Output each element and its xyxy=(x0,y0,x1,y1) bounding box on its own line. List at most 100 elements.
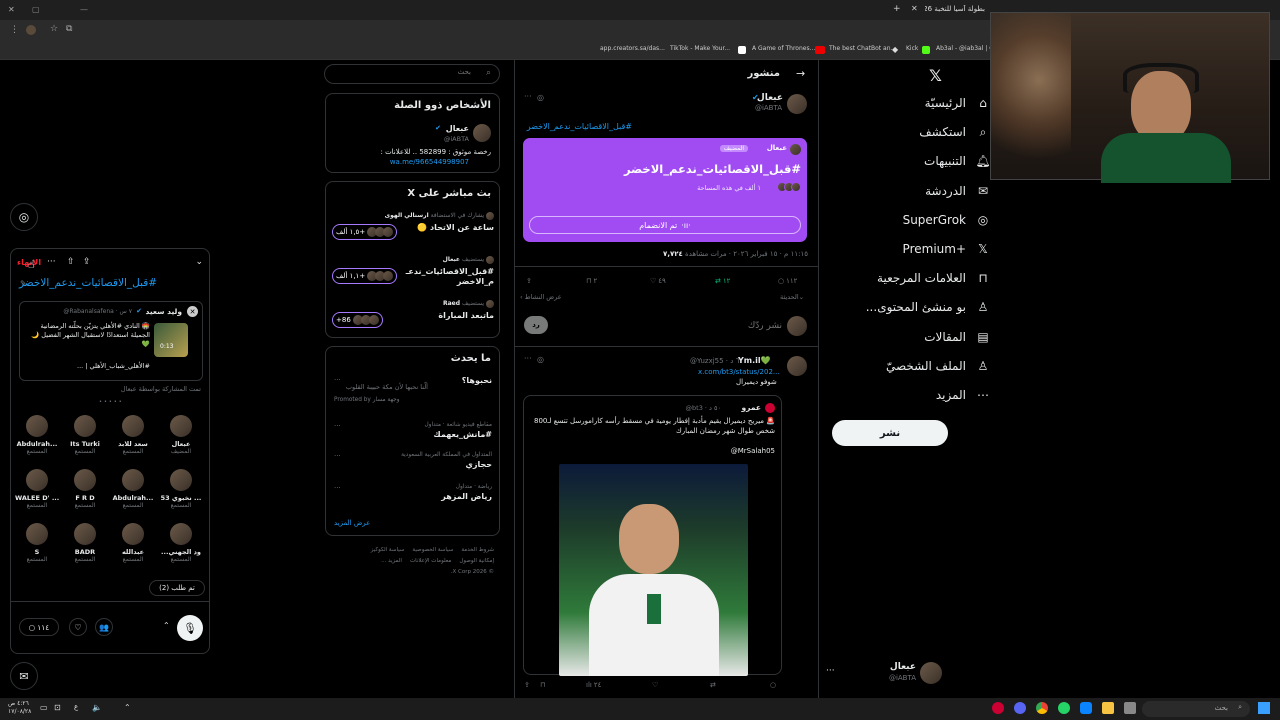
microphone-button[interactable]: 🎙 xyxy=(177,615,203,641)
space-participant[interactable]: ...ود الجهني المستمع xyxy=(159,523,203,563)
grok-float-button[interactable]: ◎ xyxy=(10,203,38,231)
space-participant[interactable]: Abdulrah... المستمع xyxy=(15,415,59,455)
player-photo[interactable] xyxy=(559,464,748,676)
sort-dropdown[interactable]: الحديثة⌄ xyxy=(780,293,804,301)
show-more-link[interactable]: عرض المزيد xyxy=(334,519,370,527)
space-participant[interactable]: Its Turki المستمع xyxy=(63,415,107,455)
space-participant[interactable]: عبدالله المستمع xyxy=(111,523,155,563)
quote-card[interactable]: عمرو @bt3 · ٥٠ د 🚨 ميريح ديميرال يقيم مأ… xyxy=(523,395,782,676)
heart-react-button[interactable]: ♡ xyxy=(69,618,87,636)
nav-item-article[interactable]: ▤ المقالات xyxy=(924,324,990,350)
space-participant[interactable]: 53 نخبوي ... المستمع xyxy=(159,469,203,509)
bookmark-item[interactable]: Kick xyxy=(906,45,918,52)
joined-button[interactable]: تم الانضمام ·ıı· xyxy=(529,216,801,234)
reply-action[interactable]: ○ ١١٢ xyxy=(778,277,797,285)
like-action[interactable]: ♡ ٤٩ xyxy=(650,277,666,285)
collapse-icon[interactable]: ⌄ xyxy=(195,257,203,267)
star-icon[interactable]: ☆ xyxy=(50,24,58,34)
more-icon[interactable]: ··· xyxy=(334,376,341,384)
avatar[interactable] xyxy=(787,94,807,114)
more-icon[interactable]: ··· xyxy=(334,422,341,430)
back-arrow-icon[interactable]: → xyxy=(796,67,805,80)
live-listeners-pill[interactable]: ١,٥ ألف+ xyxy=(332,224,398,240)
close-icon[interactable]: ✕ xyxy=(187,306,198,317)
post-button[interactable]: نشر xyxy=(832,420,948,446)
more-icon[interactable]: ··· xyxy=(334,484,341,492)
share-action[interactable]: ⇪ xyxy=(524,681,530,689)
account-switcher[interactable]: عبعال @iABTA ··· xyxy=(822,660,950,688)
grok-icon[interactable]: ◎ xyxy=(537,93,544,102)
app-icon[interactable] xyxy=(992,702,1004,714)
more-icon[interactable]: ··· xyxy=(334,452,341,460)
active-tab-title[interactable]: بطولة آسيا للنخبة 25/26 ... xyxy=(925,5,985,13)
bookmark-item[interactable]: app.creators.sa/das... xyxy=(600,45,665,52)
repost-action[interactable]: ⇄ xyxy=(710,681,716,689)
bookmark-item[interactable]: TikTok - Make Your... xyxy=(670,45,730,52)
tray-chevron-icon[interactable]: ⌃ xyxy=(124,703,131,712)
network-icon[interactable]: ⊡ xyxy=(54,703,61,712)
share-icon[interactable]: ⇪ xyxy=(83,257,91,267)
new-tab-icon[interactable]: — xyxy=(80,5,88,14)
whatsapp-icon[interactable] xyxy=(1058,702,1070,714)
avatar[interactable] xyxy=(787,356,807,376)
footer-link[interactable]: شروط الخدمة xyxy=(461,545,494,556)
bookmark-item[interactable]: The best ChatBot an... xyxy=(829,45,896,52)
footer-link[interactable]: المزيد ... xyxy=(381,556,402,567)
nav-item-bookmark[interactable]: ⊓ العلامات المرجعية xyxy=(877,265,990,291)
bookmark-action[interactable]: ⊓ ٢ xyxy=(586,277,597,285)
live-space-item[interactable]: يشارك في الاستضافة ارسنالي الهوى ساعة عن… xyxy=(330,210,496,250)
footer-link[interactable]: إمكانية الوصول xyxy=(459,556,494,567)
taskbar-search[interactable]: ⌕ بحث xyxy=(1142,701,1250,717)
space-participant[interactable]: Abdulrah... المستمع xyxy=(111,469,155,509)
trend-item[interactable]: ··· نحبوها؟ ألّنا نحبها لأن مكة حبيبة القل… xyxy=(334,376,492,416)
footer-link[interactable]: سياسة الكوكيز xyxy=(371,545,405,556)
nav-item-home[interactable]: ⌂ الرئيسيّة xyxy=(925,90,990,116)
footer-link[interactable]: سياسة الخصوصية xyxy=(412,545,453,556)
space-participant[interactable]: S المستمع xyxy=(15,523,59,563)
more-icon[interactable]: ··· xyxy=(47,257,56,267)
x-logo-icon[interactable]: 𝕏 xyxy=(929,66,942,85)
bookmark-item[interactable]: A Game of Thrones... xyxy=(752,45,815,52)
notification-icon[interactable]: ▭ xyxy=(40,703,48,712)
extensions-icon[interactable]: ⧉ xyxy=(66,24,72,34)
post-author[interactable]: عبعال xyxy=(755,93,783,103)
bookmark-action[interactable]: ⊓ xyxy=(540,681,545,689)
close-window-icon[interactable]: ✕ xyxy=(8,5,15,14)
search-input[interactable] xyxy=(331,68,471,76)
add-tab-button[interactable]: + xyxy=(893,4,901,14)
close-tab-icon[interactable]: ✕ xyxy=(911,4,918,13)
reply-count-button[interactable]: ○ ١١٤ xyxy=(19,618,59,636)
nav-item-profile[interactable]: ♙ الملف الشخصيّ xyxy=(886,353,990,379)
nav-item-more[interactable]: ⋯ المزيد xyxy=(936,382,990,408)
discord-icon[interactable] xyxy=(1014,702,1026,714)
footer-link[interactable]: معلومات الإعلانات xyxy=(410,556,451,567)
more-icon[interactable]: ··· xyxy=(524,92,532,101)
reply-author[interactable]: Ym.il💚 xyxy=(738,356,771,365)
profile-avatar[interactable] xyxy=(26,25,36,35)
upload-icon[interactable]: ⇧ xyxy=(67,257,75,267)
grok-icon[interactable]: ◎ xyxy=(537,355,544,364)
pinned-post[interactable]: ✕ وليد سعيد ✔ @Rabanalsafena · ٧ س 0:13 … xyxy=(19,301,203,381)
view-activity-link[interactable]: عرض النشاط › xyxy=(520,293,562,301)
live-space-item[interactable]: يستضيف عبعال #قبل_الاقصائيات_ندعـ م_الاخ… xyxy=(330,254,496,294)
windows-start-icon[interactable] xyxy=(1258,702,1270,714)
reply-action[interactable]: ○ xyxy=(770,681,776,689)
nav-item-search[interactable]: ⌕ استكشف xyxy=(919,119,990,145)
nav-item-x[interactable]: 𝕏 Premium+ xyxy=(903,236,990,262)
chevron-up-icon[interactable]: ⌃ xyxy=(163,621,170,630)
views-action[interactable]: ılı ٢٤ xyxy=(586,681,601,689)
live-listeners-pill[interactable]: +86 xyxy=(332,312,383,328)
space-participant[interactable]: BADR المستمع xyxy=(63,523,107,563)
volume-icon[interactable]: 🔈 xyxy=(92,703,102,712)
footer-link[interactable]: © 2026 X Corp. xyxy=(451,567,494,578)
messages-button[interactable]: ✉ xyxy=(10,662,38,690)
reply-input[interactable] xyxy=(550,316,782,336)
file-explorer-icon[interactable] xyxy=(1102,702,1114,714)
language-indicator[interactable]: ع xyxy=(74,703,78,711)
related-name[interactable]: عبعال xyxy=(446,124,469,133)
app-icon[interactable] xyxy=(1080,702,1092,714)
nav-item-bell[interactable]: 🔔︎ التنبيهات xyxy=(924,148,991,174)
space-participant[interactable]: سعد للابد المستمع xyxy=(111,415,155,455)
reply-link[interactable]: x.com/bt3/status/202... xyxy=(698,368,780,376)
space-participant[interactable]: عبعال المضيف xyxy=(159,415,203,455)
